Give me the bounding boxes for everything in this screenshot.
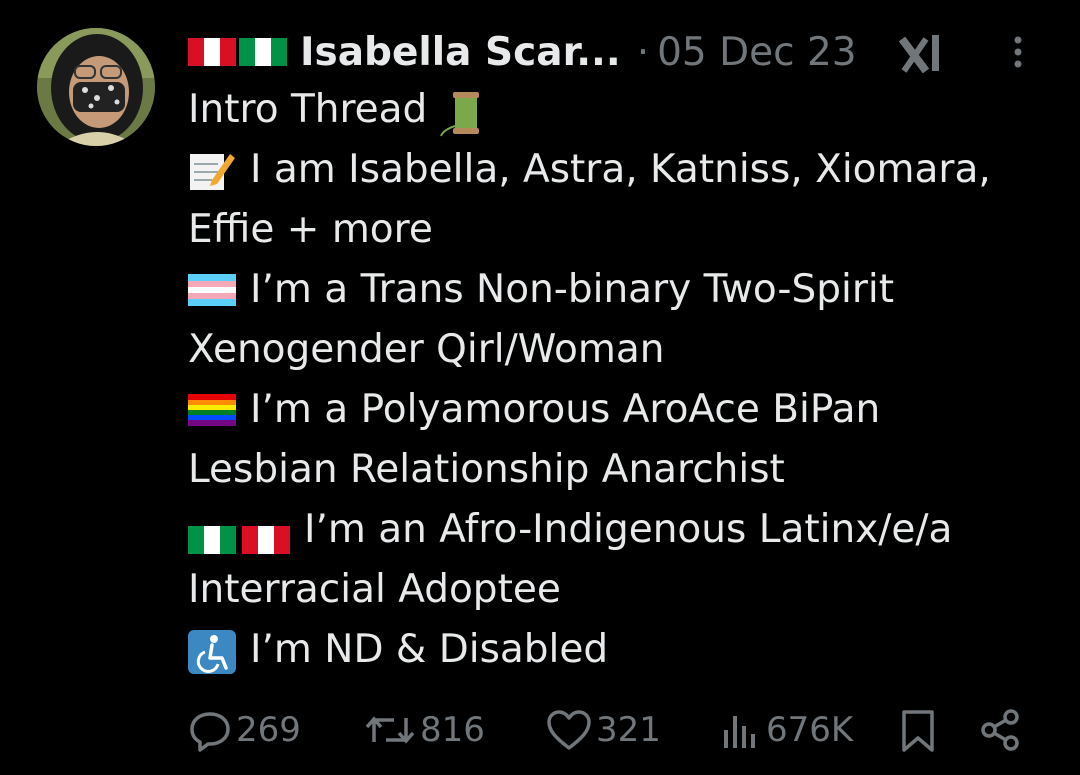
reply-count: 269 <box>236 710 301 750</box>
line-text: Xenogender Qirl/Woman <box>188 327 665 372</box>
line-text: I’m a Polyamorous AroAce BiPan <box>250 387 881 432</box>
repost-button[interactable]: 816 <box>364 700 485 760</box>
bookmark-button[interactable] <box>898 700 942 760</box>
peru-flag-icon <box>188 36 236 68</box>
views-count: 676K <box>766 710 854 750</box>
text-line: Xenogender Qirl/Woman <box>188 320 1058 380</box>
post-body: Intro Thread I am Isabella, Astra, Katni… <box>188 80 1058 680</box>
heart-icon <box>547 710 591 750</box>
text-line: I’m a Trans Non-binary Two-Spirit <box>188 260 1058 320</box>
post-date[interactable]: 05 Dec 23 <box>657 30 857 75</box>
repost-icon <box>365 716 415 744</box>
line-text: Interracial Adoptee <box>188 567 561 612</box>
action-bar: 269 816 321 676K <box>188 700 1048 760</box>
share-button[interactable] <box>978 700 1026 760</box>
share-icon <box>981 709 1019 751</box>
rainbow-flag-icon <box>188 390 236 430</box>
line-text: Intro Thread <box>188 87 428 132</box>
text-line: Interracial Adoptee <box>188 560 1058 620</box>
line-text: I am Isabella, Astra, Katniss, Xiomara, <box>250 147 991 192</box>
views-icon <box>724 716 755 748</box>
separator: · <box>636 29 650 75</box>
like-count: 321 <box>596 710 661 750</box>
text-line: Lesbian Relationship Anarchist <box>188 440 1058 500</box>
text-line: Effie + more <box>188 200 1058 260</box>
line-text: Effie + more <box>188 207 433 252</box>
like-button[interactable]: 321 <box>546 700 661 760</box>
text-line: Intro Thread <box>188 80 1058 140</box>
more-options-icon[interactable] <box>1008 34 1028 74</box>
memo-icon <box>188 150 236 190</box>
spool-icon <box>437 90 485 137</box>
line-text: I’m ND & Disabled <box>250 627 609 672</box>
trans-flag-icon <box>188 270 236 310</box>
reply-button[interactable]: 269 <box>188 700 301 760</box>
avatar[interactable] <box>37 28 155 146</box>
text-line: I’m a Polyamorous AroAce BiPan <box>188 380 1058 440</box>
repost-count: 816 <box>420 710 485 750</box>
reply-icon <box>190 712 230 752</box>
views-button[interactable]: 676K <box>718 700 853 760</box>
text-line: I’m an Afro-Indigenous Latinx/e/a <box>188 500 1058 560</box>
post-header: Isabella Scar... · 05 Dec 23 <box>188 22 1048 82</box>
line-text: Lesbian Relationship Anarchist <box>188 447 785 492</box>
bookmark-icon <box>902 710 934 752</box>
wheelchair-icon <box>188 630 236 674</box>
community-badge-icon[interactable] <box>896 31 946 77</box>
italy-peru-flags-icon <box>188 514 292 554</box>
line-text: I’m a Trans Non-binary Two-Spirit <box>250 267 895 312</box>
text-line: I’m ND & Disabled <box>188 620 1058 680</box>
line-text: I’m an Afro-Indigenous Latinx/e/a <box>304 507 953 552</box>
italy-flag-icon <box>239 36 287 68</box>
text-line: I am Isabella, Astra, Katniss, Xiomara, <box>188 140 1058 200</box>
author-name[interactable]: Isabella Scar... <box>300 30 621 75</box>
